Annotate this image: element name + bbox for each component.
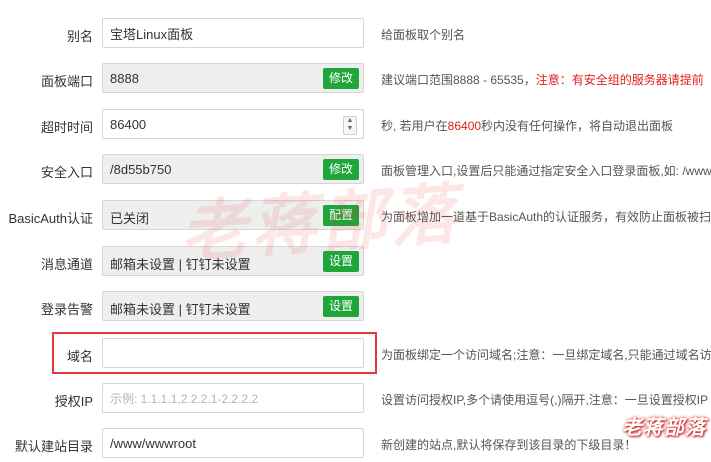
alias-input[interactable]: [103, 19, 363, 47]
authorized-ip-input[interactable]: [103, 384, 363, 412]
timeout-label: 超时时间: [40, 120, 93, 135]
setting-row-alias: 别名 给面板取个别名: [0, 17, 711, 51]
default-site-dir-input[interactable]: [103, 429, 363, 457]
setting-row-timeout: 超时时间 ▲ ▼ 秒, 若用户在86400秒内没有任何操作，将自动退出面板: [0, 108, 711, 142]
security-entry-label: 安全入口: [40, 165, 93, 180]
security-entry-value: /8d55b750: [110, 162, 172, 177]
timeout-description-highlight: 86400: [447, 119, 482, 133]
panel-port-modify-button[interactable]: 修改: [322, 68, 359, 89]
panel-port-label: 面板端口: [40, 74, 93, 89]
security-entry-description: 面板管理入口,设置后只能通过指定安全入口登录面板,如: /www: [381, 164, 711, 178]
login-alert-label: 登录告警: [40, 302, 93, 317]
default-site-dir-field[interactable]: [102, 428, 364, 458]
setting-row-default-site-dir: 默认建站目录 新创建的站点,默认将保存到该目录的下级目录！: [0, 427, 711, 461]
panel-port-description-text: 建议端口范围8888 - 65535，: [381, 73, 536, 87]
authorized-ip-label: 授权IP: [54, 394, 93, 409]
timeout-description: 秒, 若用户在86400秒内没有任何操作，将自动退出面板: [381, 117, 673, 134]
timeout-field[interactable]: ▲ ▼: [102, 109, 364, 139]
panel-port-warning-text: 注意：有安全组的服务器请提前: [535, 73, 704, 87]
login-alert-set-button[interactable]: 设置: [322, 296, 359, 317]
basicauth-value: 已关闭: [110, 211, 150, 226]
login-alert-value: 邮箱未设置 | 钉钉未设置: [110, 302, 251, 317]
timeout-description-prefix: 秒, 若用户在: [381, 119, 448, 133]
setting-row-message-channel: 消息通道 邮箱未设置 | 钉钉未设置 设置: [0, 245, 711, 279]
message-channel-value: 邮箱未设置 | 钉钉未设置: [110, 257, 251, 272]
panel-port-value: 8888: [110, 71, 139, 86]
setting-row-security-entry: 安全入口 /8d55b750 修改 面板管理入口,设置后只能通过指定安全入口登录…: [0, 153, 711, 187]
domain-field[interactable]: [102, 338, 364, 368]
alias-field[interactable]: [102, 18, 364, 48]
domain-label: 域名: [66, 349, 93, 364]
panel-port-field: 8888 修改: [102, 63, 364, 93]
setting-row-authorized-ip: 授权IP 设置访问授权IP,多个请使用逗号(,)隔开,注意：一旦设置授权IP: [0, 382, 711, 416]
domain-input[interactable]: [103, 339, 363, 367]
default-site-dir-label: 默认建站目录: [14, 439, 93, 454]
authorized-ip-description: 设置访问授权IP,多个请使用逗号(,)隔开,注意：一旦设置授权IP: [381, 393, 709, 407]
timeout-stepper[interactable]: ▲ ▼: [343, 116, 357, 135]
basicauth-label: BasicAuth认证: [8, 211, 93, 226]
message-channel-label: 消息通道: [40, 257, 93, 272]
security-entry-field: /8d55b750 修改: [102, 154, 364, 184]
domain-description: 为面板绑定一个访问域名;注意：一旦绑定域名,只能通过域名访: [381, 348, 711, 362]
basicauth-config-button[interactable]: 配置: [322, 205, 359, 226]
setting-row-login-alert: 登录告警 邮箱未设置 | 钉钉未设置 设置: [0, 290, 711, 324]
message-channel-set-button[interactable]: 设置: [322, 251, 359, 272]
security-entry-modify-button[interactable]: 修改: [322, 159, 359, 180]
alias-label: 别名: [66, 29, 93, 44]
timeout-description-suffix: 秒内没有任何操作，将自动退出面板: [481, 119, 674, 133]
chevron-up-icon[interactable]: ▲: [344, 117, 356, 125]
timeout-input[interactable]: [103, 110, 363, 138]
authorized-ip-field[interactable]: [102, 383, 364, 413]
panel-port-description: 建议端口范围8888 - 65535，注意：有安全组的服务器请提前: [381, 71, 704, 88]
alias-description: 给面板取个别名: [381, 28, 466, 42]
login-alert-field: 邮箱未设置 | 钉钉未设置 设置: [102, 291, 364, 321]
chevron-down-icon[interactable]: ▼: [344, 125, 356, 133]
setting-row-basicauth: BasicAuth认证 已关闭 配置 为面板增加一道基于BasicAuth的认证…: [0, 199, 711, 233]
message-channel-field: 邮箱未设置 | 钉钉未设置 设置: [102, 246, 364, 276]
default-site-dir-description: 新创建的站点,默认将保存到该目录的下级目录！: [381, 438, 637, 452]
basicauth-field: 已关闭 配置: [102, 200, 364, 230]
setting-row-panel-port: 面板端口 8888 修改 建议端口范围8888 - 65535，注意：有安全组的…: [0, 62, 711, 96]
setting-row-domain: 域名 为面板绑定一个访问域名;注意：一旦绑定域名,只能通过域名访: [0, 337, 711, 371]
basicauth-description: 为面板增加一道基于BasicAuth的认证服务，有效防止面板被扫: [381, 210, 711, 224]
